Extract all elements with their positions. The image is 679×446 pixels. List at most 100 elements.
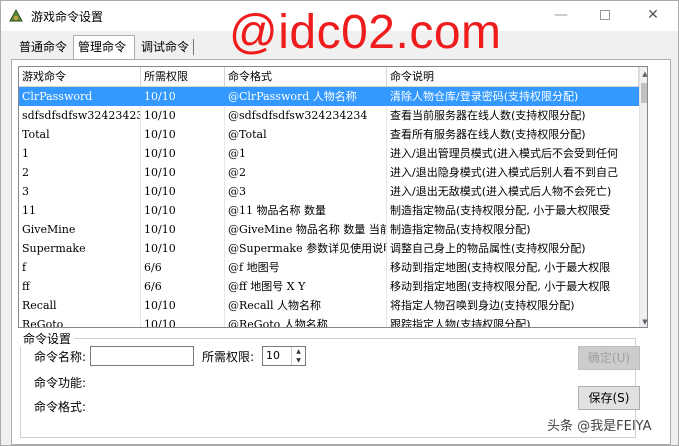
command-cell: 11 xyxy=(22,204,36,217)
format-cell: @ReGoto 人物名称 xyxy=(228,318,328,328)
permission-value[interactable]: 10 xyxy=(266,348,280,364)
table-row[interactable]: 3 10/10 @3 进入/退出无敌模式(进入模式后人物不会死亡) xyxy=(19,182,639,201)
command-cell: 1 xyxy=(22,147,29,160)
description-cell: 进入/退出隐身模式(进入模式后别人看不到自己 xyxy=(390,166,618,179)
tab-normal-commands[interactable]: 普通命令 xyxy=(15,37,73,59)
command-cell: 2 xyxy=(22,166,29,179)
format-cell: @ff 地图号 X Y xyxy=(228,280,306,293)
command-cell: ff xyxy=(22,280,30,293)
tab-debug-commands[interactable]: 调试命令 xyxy=(137,37,195,59)
column-header-format[interactable]: 命令格式 xyxy=(225,67,387,87)
permission-cell: 10/10 xyxy=(144,185,176,198)
description-cell: 进入/退出无敌模式(进入模式后人物不会死亡) xyxy=(390,185,612,198)
permission-cell: 10/10 xyxy=(144,147,176,160)
description-cell: 将指定人物召唤到身边(支持权限分配) xyxy=(390,299,575,312)
permission-cell: 10/10 xyxy=(144,204,176,217)
window-title: 游戏命令设置 xyxy=(31,10,104,24)
format-cell: @Total xyxy=(228,128,267,141)
footer-watermark: 头条 @我是FEIYA xyxy=(547,419,652,434)
table-row[interactable]: GiveMine 10/10 @GiveMine 物品名称 数量 当前 制造指定物品(… xyxy=(19,220,639,239)
description-cell: 移动到指定地图(支持权限分配, 小于最大权限 xyxy=(390,261,611,274)
description-cell: 跟踪指定人物(支持权限分配) xyxy=(390,318,531,328)
confirm-button[interactable]: 确定(U) xyxy=(578,346,640,370)
permission-label: 所需权限: xyxy=(202,350,255,364)
permission-cell: 10/10 xyxy=(144,223,176,236)
table-row[interactable]: 11 10/10 @11 物品名称 数量 制造指定物品(支持权限分配, 小于最大权限受 xyxy=(19,201,639,220)
format-cell: @f 地图号 xyxy=(228,261,280,274)
maximize-icon xyxy=(600,10,610,20)
permission-cell: 10/10 xyxy=(144,299,176,312)
table-row[interactable]: ClrPassword 10/10 @ClrPassword 人物名称 清除人物仓库/… xyxy=(19,87,639,106)
format-cell: @Supermake 参数详见使用说明 xyxy=(228,242,386,255)
command-settings-window: 游戏命令设置 — ✕ @idc02.com 普通命令 管理命令 调试命令 游戏命… xyxy=(0,0,679,446)
group-title: 命令设置 xyxy=(20,330,75,347)
format-cell: @1 xyxy=(228,147,246,160)
command-cell: Total xyxy=(22,128,50,141)
command-name-label: 命令名称: xyxy=(34,350,87,364)
description-cell: 查看所有服务器在线人数(支持权限分配) xyxy=(390,128,586,141)
spin-up-icon[interactable]: ▲ xyxy=(292,347,305,356)
permission-spinner[interactable]: 10 ▲ ▼ xyxy=(262,346,306,366)
permission-cell: 10/10 xyxy=(144,242,176,255)
scroll-thumb[interactable] xyxy=(641,83,647,103)
scroll-down-icon[interactable]: ▼ xyxy=(640,315,647,327)
format-cell: @11 物品名称 数量 xyxy=(228,204,326,217)
permission-cell: 10/10 xyxy=(144,128,176,141)
command-format-label: 命令格式: xyxy=(34,400,87,414)
watermark: @idc02.com xyxy=(229,6,502,59)
tab-panel: 游戏命令 所需权限 命令格式 命令说明 ClrPassword 10/10 @Clr… xyxy=(11,59,671,445)
description-cell: 清除人物仓库/登录密码(支持权限分配) xyxy=(390,90,579,103)
column-header-description[interactable]: 命令说明 xyxy=(387,67,639,87)
permission-cell: 10/10 xyxy=(144,90,176,103)
description-cell: 调整自己身上的物品属性(支持权限分配) xyxy=(390,242,586,255)
column-header-permission[interactable]: 所需权限 xyxy=(141,67,225,87)
command-cell: Recall xyxy=(22,299,57,312)
maximize-button[interactable] xyxy=(593,5,617,25)
command-cell: GiveMine xyxy=(22,223,76,236)
list-body: ClrPassword 10/10 @ClrPassword 人物名称 清除人物仓库/… xyxy=(19,87,639,328)
command-cell: Supermake xyxy=(22,242,86,255)
spin-down-icon[interactable]: ▼ xyxy=(292,356,305,365)
table-row[interactable]: f 6/6 @f 地图号 移动到指定地图(支持权限分配, 小于最大权限 xyxy=(19,258,639,277)
description-cell: 制造指定物品(支持权限分配) xyxy=(390,223,531,236)
command-name-input[interactable] xyxy=(90,346,194,366)
list-scrollbar[interactable]: ▲ ▼ xyxy=(639,67,647,327)
permission-cell: 10/10 xyxy=(144,166,176,179)
tab-separator xyxy=(193,39,194,55)
save-button[interactable]: 保存(S) xyxy=(578,386,640,410)
permission-cell: 10/10 xyxy=(144,318,176,328)
table-row[interactable]: ff 6/6 @ff 地图号 X Y 移动到指定地图(支持权限分配, 小于最大权限 xyxy=(19,277,639,296)
table-row[interactable]: Recall 10/10 @Recall 人物名称 将指定人物召唤到身边(支持权限分配… xyxy=(19,296,639,315)
minimize-button[interactable]: — xyxy=(549,5,573,25)
description-cell: 进入/退出管理员模式(进入模式后不会受到任何 xyxy=(390,147,618,160)
format-cell: @3 xyxy=(228,185,246,198)
format-cell: @ClrPassword 人物名称 xyxy=(228,90,357,103)
description-cell: 查看当前服务器在线人数(支持权限分配) xyxy=(390,109,586,122)
list-header: 游戏命令 所需权限 命令格式 命令说明 xyxy=(19,67,639,87)
description-cell: 制造指定物品(支持权限分配, 小于最大权限受 xyxy=(390,204,611,217)
command-cell: ClrPassword xyxy=(22,90,93,103)
table-row[interactable]: 1 10/10 @1 进入/退出管理员模式(进入模式后不会受到任何 xyxy=(19,144,639,163)
table-row[interactable]: ReGoto 10/10 @ReGoto 人物名称 跟踪指定人物(支持权限分配) xyxy=(19,315,639,328)
table-row[interactable]: Total 10/10 @Total 查看所有服务器在线人数(支持权限分配) xyxy=(19,125,639,144)
table-row[interactable]: sdfsdfsdfsw324234234 10/10 @sdfsdfsdfsw324… xyxy=(19,106,639,125)
scroll-up-icon[interactable]: ▲ xyxy=(640,67,647,81)
column-header-command[interactable]: 游戏命令 xyxy=(19,67,141,87)
close-button[interactable]: ✕ xyxy=(641,5,665,25)
permission-cell: 6/6 xyxy=(144,280,162,293)
format-cell: @2 xyxy=(228,166,246,179)
description-cell: 移动到指定地图(支持权限分配, 小于最大权限 xyxy=(390,280,611,293)
command-list[interactable]: 游戏命令 所需权限 命令格式 命令说明 ClrPassword 10/10 @Clr… xyxy=(18,66,648,328)
app-icon xyxy=(7,7,25,25)
permission-cell: 6/6 xyxy=(144,261,162,274)
table-row[interactable]: Supermake 10/10 @Supermake 参数详见使用说明 调整自己身上的… xyxy=(19,239,639,258)
spinner-buttons: ▲ ▼ xyxy=(291,347,305,365)
format-cell: @GiveMine 物品名称 数量 当前 xyxy=(228,223,386,236)
command-cell: f xyxy=(22,261,27,274)
command-function-label: 命令功能: xyxy=(34,376,87,390)
command-cell: ReGoto xyxy=(22,318,64,328)
tab-admin-commands[interactable]: 管理命令 xyxy=(73,35,135,60)
command-cell: sdfsdfsdfsw324234234 xyxy=(22,109,140,122)
table-row[interactable]: 2 10/10 @2 进入/退出隐身模式(进入模式后别人看不到自己 xyxy=(19,163,639,182)
format-cell: @Recall 人物名称 xyxy=(228,299,322,312)
